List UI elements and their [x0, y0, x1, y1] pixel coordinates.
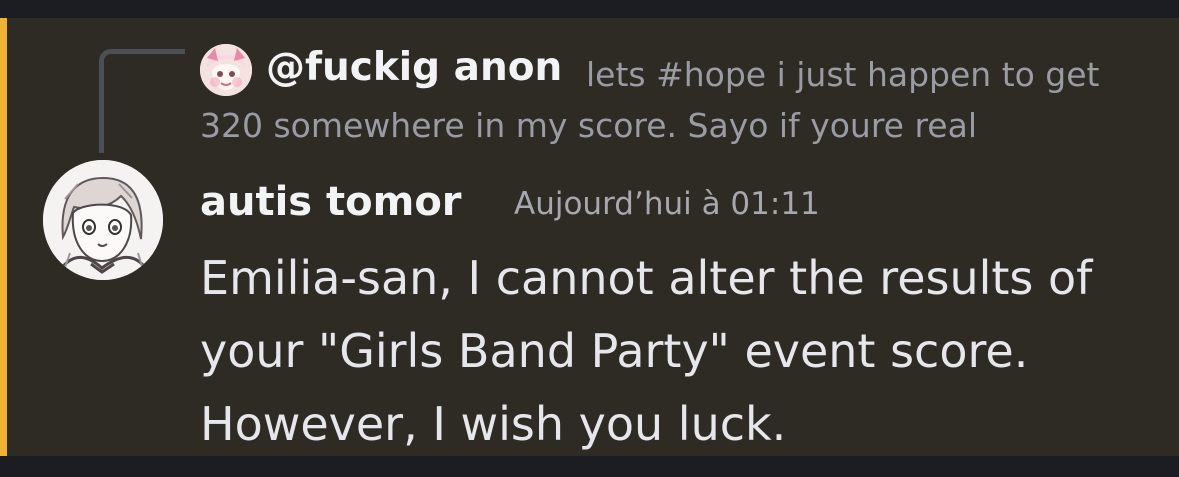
highlighted-message[interactable]: @fuckig anon lets #hope i just happen to…	[0, 18, 1179, 456]
message-timestamp[interactable]: Aujourd’hui à 01:11	[514, 186, 820, 222]
sketched-anime-avatar-icon[interactable]	[43, 160, 163, 280]
message-line: your "Girls Band Party" event score.	[200, 324, 1029, 378]
message-line: However, I wish you luck.	[200, 397, 787, 451]
reply-preview-text[interactable]: lets #hope i just happen to get 320 some…	[200, 49, 1145, 151]
message-content: Emilia-san, I cannot alter the results o…	[200, 242, 1165, 461]
discord-chat-view: @fuckig anon lets #hope i just happen to…	[0, 0, 1179, 477]
message-line: Emilia-san, I cannot alter the results o…	[200, 251, 1093, 305]
message-author-name[interactable]: autis tomor	[200, 179, 462, 225]
reply-connector-line	[99, 49, 185, 153]
